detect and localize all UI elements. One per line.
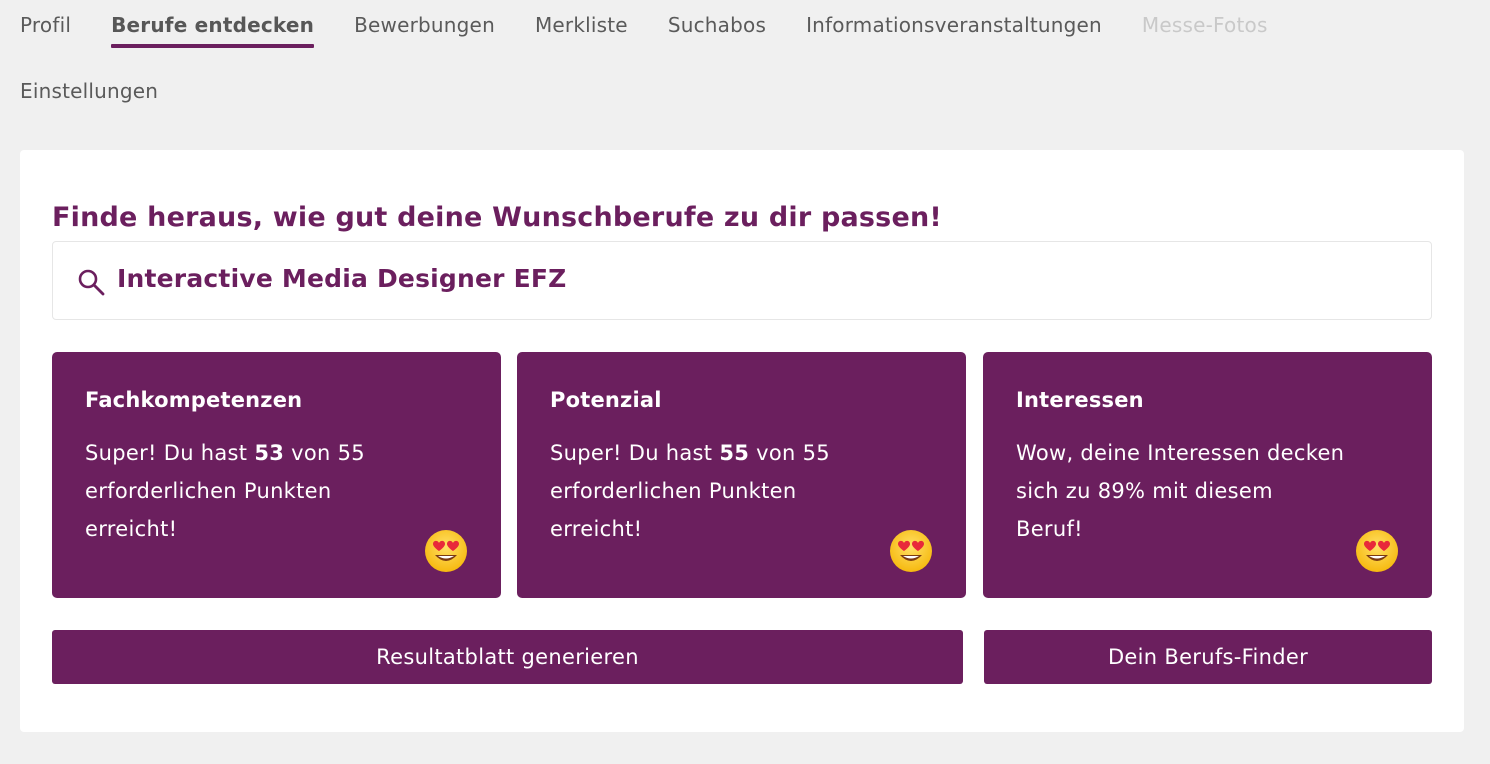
tab-profil[interactable]: Profil	[20, 0, 71, 66]
tab-bewerbungen[interactable]: Bewerbungen	[354, 0, 495, 66]
tab-suchabos[interactable]: Suchabos	[668, 0, 766, 66]
tile-text: Super! Du hast 53 von 55 erforderlichen …	[85, 441, 365, 541]
tab-berufe-entdecken[interactable]: Berufe entdecken	[111, 0, 315, 66]
page-title: Finde heraus, wie gut deine Wunschberufe…	[52, 202, 942, 233]
tab-merkliste[interactable]: Merkliste	[535, 0, 628, 66]
heart-eyes-emoji-icon	[1356, 530, 1398, 572]
heart-eyes-emoji-icon	[425, 530, 467, 572]
tab-einstellungen[interactable]: Einstellungen	[20, 66, 158, 132]
job-match-card: Finde heraus, wie gut deine Wunschberufe…	[20, 150, 1464, 732]
tab-messe-fotos: Messe-Fotos	[1141, 13, 1268, 37]
job-finder-button[interactable]: Dein Berufs-Finder	[984, 630, 1432, 684]
tile-text: Wow, deine Interessen decken sich zu 89%…	[1016, 441, 1345, 541]
generate-result-sheet-button[interactable]: Resultatblatt generieren	[52, 630, 963, 684]
tile-text: Super! Du hast 55 von 55 erforderlichen …	[550, 441, 830, 541]
result-tile-potenzial: Potenzial Super! Du hast 55 von 55 erfor…	[517, 352, 966, 598]
tile-title: Potenzial	[550, 388, 662, 412]
score-value: 53	[254, 441, 285, 465]
search-icon	[78, 269, 105, 296]
heart-eyes-emoji-icon	[890, 530, 932, 572]
main-navigation: Profil Berufe entdecken Bewerbungen Merk…	[20, 0, 1470, 132]
tab-informationsveranstaltungen[interactable]: Informationsveranstaltungen	[806, 0, 1102, 66]
result-tile-fachkompetenzen: Fachkompetenzen Super! Du hast 53 von 55…	[52, 352, 501, 598]
tile-title: Interessen	[1016, 388, 1144, 412]
result-tile-interessen: Interessen Wow, deine Interessen decken …	[983, 352, 1432, 598]
job-search-field[interactable]: Interactive Media Designer EFZ	[52, 241, 1432, 320]
tile-title: Fachkompetenzen	[85, 388, 303, 412]
search-input[interactable]: Interactive Media Designer EFZ	[117, 264, 567, 293]
score-value: 55	[719, 441, 750, 465]
